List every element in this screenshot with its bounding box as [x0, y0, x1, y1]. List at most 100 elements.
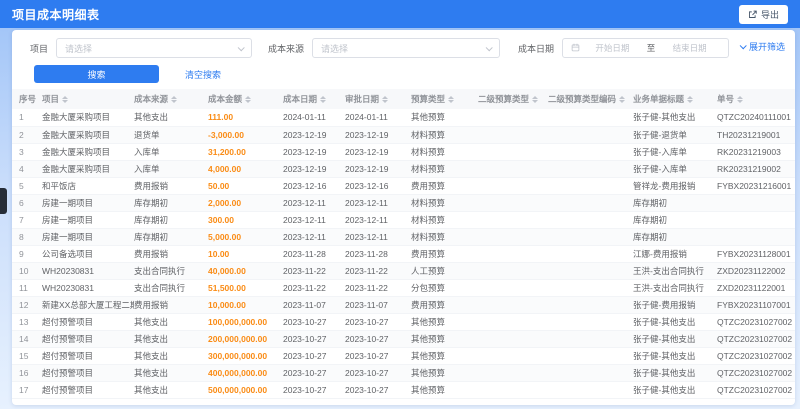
clear-search-link[interactable]: 清空搜索	[185, 68, 221, 81]
table-cell	[548, 245, 633, 262]
table-cell: TH20231219001	[717, 129, 781, 140]
column-header[interactable]: 业务单据标题	[633, 89, 717, 109]
column-header[interactable]: 项目	[42, 89, 134, 109]
table-row: 6 房建一期项目 库存期初 2,000.00 2023-12-11 2023-12-11 材…	[12, 194, 795, 211]
export-button[interactable]: 导出	[738, 4, 788, 24]
table-cell: 2023-10-27	[283, 316, 327, 327]
column-header: 序号	[12, 89, 42, 109]
table-cell	[478, 245, 548, 262]
calendar-icon	[571, 43, 580, 54]
column-header[interactable]: 审批日期	[345, 89, 411, 109]
table-cell: 费用报销	[134, 180, 169, 191]
table-cell: 10.00	[208, 248, 230, 259]
table-cell: 2023-10-27	[283, 350, 327, 361]
content-card: 项目 请选择 成本来源 请选择 成本日期 开始日期 至 结束日期 展开筛选 搜索…	[12, 30, 795, 405]
column-header[interactable]: 单号	[717, 89, 795, 109]
table-cell: 超付预警项目	[42, 316, 94, 327]
drawer-handle[interactable]	[0, 188, 7, 214]
table-cell: 10,000.00	[208, 299, 246, 310]
table-cell: 15	[19, 350, 29, 361]
table-cell: 4	[19, 163, 24, 174]
table-row: 2 金融大厦采购项目 退货单 -3,000.00 2023-12-19 2023-12-1…	[12, 126, 795, 143]
table-cell: 2023-12-19	[283, 163, 327, 174]
column-header[interactable]: 成本金额	[208, 89, 283, 109]
column-label: 单号	[717, 94, 735, 104]
table-cell	[548, 228, 633, 245]
table-cell: 张子健-其他支出	[633, 112, 696, 123]
table-cell: 5,000.00	[208, 231, 242, 242]
table-cell: -3,000.00	[208, 129, 244, 140]
table-cell	[548, 160, 633, 177]
table-cell: 材料预算	[411, 231, 446, 242]
table-cell: 2023-12-19	[283, 129, 327, 140]
table-cell: 9	[19, 248, 24, 259]
table-cell: 入库单	[134, 163, 160, 174]
table-cell: 2023-10-27	[345, 384, 389, 395]
column-header[interactable]: 成本来源	[134, 89, 208, 109]
sort-icon[interactable]	[382, 96, 389, 104]
cost-date-range-input[interactable]: 开始日期 至 结束日期	[562, 38, 730, 58]
table-cell: 其他支出	[134, 367, 169, 378]
expand-filters-link[interactable]: 展开筛选	[739, 40, 785, 53]
table-cell: 51,500.00	[208, 282, 246, 293]
table-cell	[548, 330, 633, 347]
table-row: 3 金融大厦采购项目 入库单 31,200.00 2023-12-19 2023-12-1…	[12, 143, 795, 160]
table-row: 8 房建一期项目 库存期初 5,000.00 2023-12-11 2023-12-11 材…	[12, 228, 795, 245]
table-cell: 和平饭店	[42, 180, 77, 191]
table-cell: 支出合同执行	[134, 282, 186, 293]
table-cell: 2023-11-28	[345, 248, 388, 259]
table-cell	[478, 364, 548, 381]
table-cell: 退货单	[134, 129, 160, 140]
sort-icon[interactable]	[62, 96, 69, 104]
table-cell: 张子健-其他支出	[633, 367, 696, 378]
sort-icon[interactable]	[532, 96, 539, 104]
table-cell: 张子健-其他支出	[633, 350, 696, 361]
table-cell: 2023-12-19	[345, 146, 389, 157]
column-header[interactable]: 二级预算类型编码	[548, 89, 633, 109]
table-cell: 2023-11-22	[345, 282, 388, 293]
table-cell: 其他支出	[134, 316, 169, 327]
table-cell: 31,200.00	[208, 146, 246, 157]
table-cell: 其他支出	[134, 112, 169, 123]
sort-icon[interactable]	[171, 96, 178, 104]
sort-icon[interactable]	[737, 96, 744, 104]
sort-icon[interactable]	[687, 96, 694, 104]
table-cell: 400,000,000.00	[208, 367, 268, 378]
column-header[interactable]: 二级预算类型	[478, 89, 548, 109]
table-cell: 金融大厦采购项目	[42, 129, 111, 140]
table-cell: QTZC20231027002	[717, 333, 793, 344]
project-filter-label: 项目	[30, 43, 49, 54]
table-cell	[478, 143, 548, 160]
table-row: 14 超付预警项目 其他支出 200,000,000.00 2023-10-27 2023…	[12, 330, 795, 347]
table-cell: 2023-10-27	[345, 367, 389, 378]
search-button[interactable]: 搜索	[34, 65, 159, 83]
table-cell: 管祥龙-费用报销	[633, 180, 696, 191]
table-cell: 2024-01-11	[283, 112, 326, 123]
table-cell: 公司备选项目	[42, 248, 94, 259]
table-cell: 材料预算	[411, 146, 446, 157]
table-cell	[548, 194, 633, 211]
project-select[interactable]: 请选择	[56, 38, 253, 58]
table-cell: FYBX20231107001	[717, 299, 791, 310]
table-row: 5 和平饭店 费用报销 50.00 2023-12-16 2023-12-16 费用预算 管祥…	[12, 177, 795, 194]
sort-icon[interactable]	[245, 96, 252, 104]
table-cell	[548, 381, 633, 398]
table-cell	[478, 296, 548, 313]
table-cell: 江娜-费用报销	[633, 248, 687, 259]
cost-source-select[interactable]: 请选择	[312, 38, 501, 58]
table-cell: 50.00	[208, 180, 230, 191]
table-cell	[478, 194, 548, 211]
table-cell: 8	[19, 231, 24, 242]
table-row: 10 WH20230831 支出合同执行 40,000.00 2023-11-22 202…	[12, 262, 795, 279]
chevron-down-icon	[237, 43, 245, 51]
table-cell	[478, 279, 548, 296]
table-cell	[717, 211, 795, 228]
column-header[interactable]: 预算类型	[411, 89, 478, 109]
filter-bar: 项目 请选择 成本来源 请选择 成本日期 开始日期 至 结束日期 展开筛选	[12, 30, 795, 58]
sort-icon[interactable]	[619, 96, 626, 104]
table-cell: 6	[19, 197, 24, 208]
sort-icon[interactable]	[320, 96, 327, 104]
table-cell: 其他预算	[411, 367, 446, 378]
column-header[interactable]: 成本日期	[283, 89, 345, 109]
sort-icon[interactable]	[448, 96, 455, 104]
